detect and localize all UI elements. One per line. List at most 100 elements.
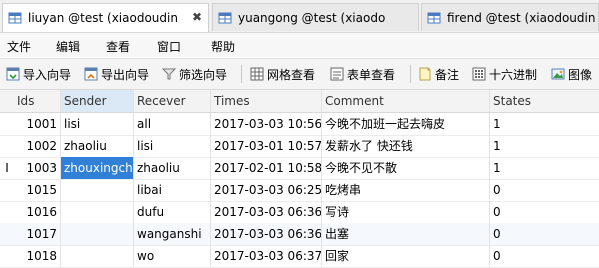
tab-bar: liuyan @test (xiaodoudin ✖ yuangong @tes… xyxy=(0,0,599,33)
cell-ids[interactable]: 1015 xyxy=(14,179,61,201)
cell-states[interactable]: 0 xyxy=(490,179,599,201)
memo-icon xyxy=(419,67,431,81)
cell-times[interactable]: 2017-02-01 10:58:5 xyxy=(211,157,322,179)
cell-recever[interactable]: libai xyxy=(134,179,211,201)
filter-wizard-button[interactable]: 筛选向导 xyxy=(162,65,227,83)
cell-times[interactable]: 2017-03-03 06:37:5 xyxy=(211,245,322,267)
filter-wizard-label: 筛选向导 xyxy=(179,67,228,82)
table-icon xyxy=(8,12,22,24)
menu-window[interactable]: 窗口 xyxy=(157,38,181,55)
import-wizard-label: 导入向导 xyxy=(23,67,72,82)
column-header-states[interactable]: States xyxy=(490,90,599,112)
cell-ids[interactable]: 1018 xyxy=(14,245,61,267)
form-icon xyxy=(330,67,344,81)
cell-recever[interactable]: wo xyxy=(134,245,211,267)
hex-button[interactable]: 十六进制 xyxy=(472,65,537,83)
cell-sender[interactable] xyxy=(61,245,134,267)
table-icon xyxy=(427,12,441,23)
table-row[interactable]: 1001 lisi all 2017-03-03 10:56:5 今晚不加班一起… xyxy=(0,113,599,136)
current-row-indicator: I xyxy=(5,161,9,175)
column-header-comment[interactable]: Comment xyxy=(322,90,490,112)
tab-liuyan[interactable]: liuyan @test (xiaodoudin ✖ xyxy=(2,3,209,32)
cell-times[interactable]: 2017-03-01 10:57:5 xyxy=(211,135,322,157)
import-wizard-button[interactable]: 导入向导 xyxy=(6,65,71,83)
cell-comment[interactable]: 发薪水了 快还钱 xyxy=(322,135,490,157)
table-icon xyxy=(218,12,232,23)
cell-comment[interactable]: 今晚不加班一起去嗨皮 xyxy=(322,113,490,135)
column-header-ids[interactable]: Ids xyxy=(14,90,61,112)
column-header-recever[interactable]: Recever xyxy=(134,90,211,112)
column-header-times[interactable]: Times xyxy=(211,90,322,112)
toolbar-divider xyxy=(410,65,411,83)
cell-sender[interactable] xyxy=(61,223,134,245)
memo-label: 备注 xyxy=(435,67,460,82)
cell-comment[interactable]: 回家 xyxy=(322,245,490,267)
grid-header: Ids Sender Recever Times Comment States xyxy=(0,90,599,113)
grid-icon xyxy=(250,67,264,81)
cell-recever[interactable]: dufu xyxy=(134,201,211,223)
toolbar-divider xyxy=(241,65,242,83)
image-button[interactable]: 图像 xyxy=(551,65,592,83)
data-grid: Ids Sender Recever Times Comment States … xyxy=(0,90,599,268)
cell-recever[interactable]: zhaoliu xyxy=(134,157,211,179)
cell-states[interactable]: 1 xyxy=(490,135,599,157)
hex-icon xyxy=(472,67,486,81)
menu-file[interactable]: 文件 xyxy=(7,38,31,55)
image-label: 图像 xyxy=(568,67,593,82)
cell-states[interactable]: 1 xyxy=(490,113,599,135)
cell-ids[interactable]: 1001 xyxy=(14,113,61,135)
cell-ids[interactable]: 1016 xyxy=(14,201,61,223)
menu-edit[interactable]: 编辑 xyxy=(56,38,80,55)
close-icon[interactable]: ✖ xyxy=(192,10,202,24)
table-row[interactable]: 1018 wo 2017-03-03 06:37:5 回家 0 xyxy=(0,245,599,268)
export-wizard-label: 导出向导 xyxy=(101,67,150,82)
form-view-button[interactable]: 表单查看 xyxy=(330,65,395,83)
cell-states[interactable]: 0 xyxy=(490,223,599,245)
tab-firend[interactable]: firend @test (xiaodoudin xyxy=(421,3,599,31)
cell-comment[interactable]: 吃烤串 xyxy=(322,179,490,201)
tab-title: yuangong @test (xiaodo xyxy=(238,10,386,25)
table-row[interactable]: 1002 zhaoliu lisi 2017-03-01 10:57:5 发薪水… xyxy=(0,135,599,158)
menu-help[interactable]: 帮助 xyxy=(211,38,235,55)
table-row[interactable]: 1017 wanganshi 2017-03-03 06:36:5 出塞 0 xyxy=(0,223,599,246)
cell-comment[interactable]: 今晚不见不散 xyxy=(322,157,490,179)
cell-recever[interactable]: wanganshi xyxy=(134,223,211,245)
tab-title: liuyan @test (xiaodoudin xyxy=(28,11,178,25)
toolbar: 导入向导 导出向导 筛选向导 网格查看 表单查看 备注 十六进制 图像 xyxy=(0,58,599,90)
memo-button[interactable]: 备注 xyxy=(418,65,459,83)
cell-sender[interactable] xyxy=(61,201,134,223)
cell-sender[interactable] xyxy=(61,179,134,201)
cell-times[interactable]: 2017-03-03 06:25:5 xyxy=(211,179,322,201)
export-icon xyxy=(84,67,98,81)
menu-view[interactable]: 查看 xyxy=(106,38,130,55)
image-icon xyxy=(551,68,565,80)
cell-sender[interactable]: lisi xyxy=(61,113,134,135)
table-row-current[interactable]: I 1003 zhouxingchi zhaoliu 2017-02-01 10… xyxy=(0,157,599,180)
cell-states[interactable]: 0 xyxy=(490,245,599,267)
cell-sender-selected[interactable]: zhouxingchi xyxy=(61,157,134,179)
export-wizard-button[interactable]: 导出向导 xyxy=(84,65,149,83)
cell-times[interactable]: 2017-03-03 10:56:5 xyxy=(211,113,322,135)
cell-states[interactable]: 1 xyxy=(490,157,599,179)
cell-states[interactable]: 0 xyxy=(490,201,599,223)
grid-view-button[interactable]: 网格查看 xyxy=(250,65,315,83)
menu-bar: 文件 编辑 查看 窗口 帮助 xyxy=(0,33,599,57)
cell-recever[interactable]: lisi xyxy=(134,135,211,157)
cell-recever[interactable]: all xyxy=(134,113,211,135)
cell-times[interactable]: 2017-03-03 06:36:5 xyxy=(211,223,322,245)
cell-ids[interactable]: 1002 xyxy=(14,135,61,157)
filter-icon xyxy=(162,68,176,80)
column-header-sender[interactable]: Sender xyxy=(61,90,134,112)
cell-comment[interactable]: 出塞 xyxy=(322,223,490,245)
tab-title: firend @test (xiaodoudin xyxy=(447,10,596,25)
table-row[interactable]: 1015 libai 2017-03-03 06:25:5 吃烤串 0 xyxy=(0,179,599,202)
grid-view-label: 网格查看 xyxy=(267,67,316,82)
cell-times[interactable]: 2017-03-03 06:36:2 xyxy=(211,201,322,223)
form-view-label: 表单查看 xyxy=(347,67,396,82)
table-row[interactable]: 1016 dufu 2017-03-03 06:36:2 写诗 0 xyxy=(0,201,599,224)
cell-ids[interactable]: 1003 xyxy=(14,157,61,179)
cell-ids[interactable]: 1017 xyxy=(14,223,61,245)
cell-comment[interactable]: 写诗 xyxy=(322,201,490,223)
tab-yuangong[interactable]: yuangong @test (xiaodo xyxy=(212,3,419,31)
cell-sender[interactable]: zhaoliu xyxy=(61,135,134,157)
